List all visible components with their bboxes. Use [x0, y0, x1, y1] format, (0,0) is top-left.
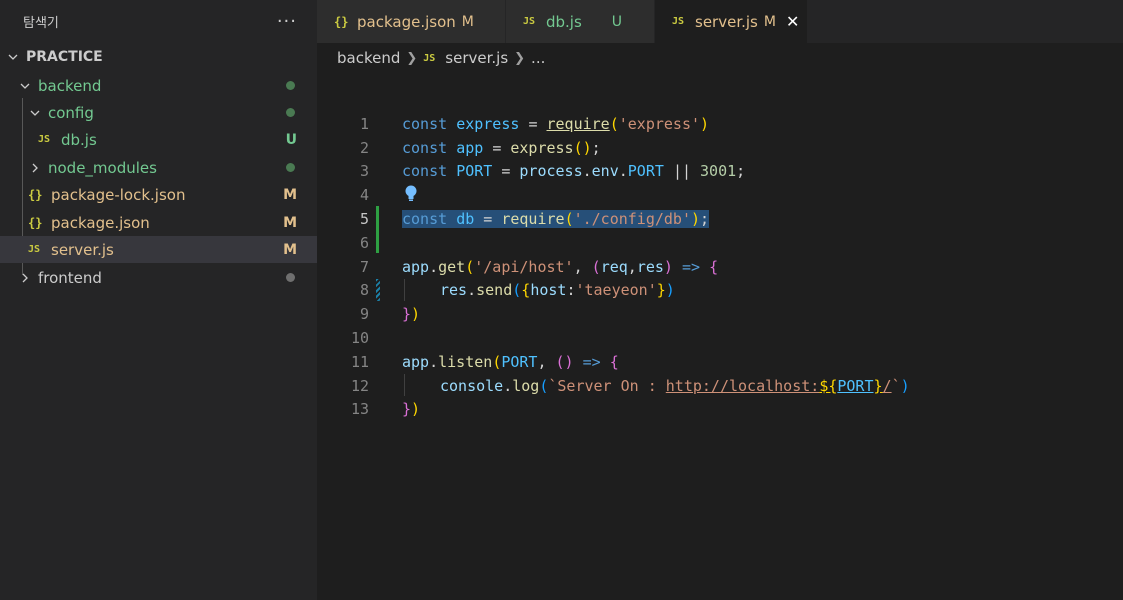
code-line: 2 const app = express(); [317, 136, 1123, 160]
js-file-icon: JS [28, 244, 41, 255]
tree-item-label: frontend [38, 268, 102, 287]
line-number: 3 [359, 162, 369, 181]
modified-dot [286, 108, 295, 117]
tree-folder-node-modules[interactable]: node_modules [0, 154, 317, 181]
tree-item-label: package-lock.json [51, 185, 186, 204]
project-root[interactable]: PRACTICE [0, 43, 317, 70]
chevron-right-icon [28, 161, 42, 175]
line-number: 1 [359, 114, 369, 133]
code-line: 1 const express = require('express') [317, 112, 1123, 136]
code-editor[interactable]: 1 const express = require('express') 2 c… [317, 73, 1123, 600]
chevron-right-icon: ❯ [406, 50, 418, 66]
line-number: 5 [359, 210, 369, 229]
tree-file-package-json[interactable]: {} package.json M [0, 209, 317, 236]
more-actions-icon[interactable]: ··· [277, 12, 297, 31]
code-line: 13 }) [317, 398, 1123, 422]
code-line: 10 [317, 326, 1123, 350]
untracked-badge: U [611, 13, 623, 30]
line-number: 12 [350, 376, 369, 395]
code-line: 9 }) [317, 302, 1123, 326]
tree-folder-backend[interactable]: backend [0, 72, 317, 99]
tree-item-label: package.json [51, 213, 150, 232]
text-selection: const db = require('./config/db'); [402, 210, 710, 229]
tree-folder-frontend[interactable]: frontend [0, 264, 317, 291]
tab-bar: {} package.json M JS db.js U JS server.j… [317, 0, 1123, 43]
breadcrumb-folder[interactable]: backend [337, 49, 400, 67]
tree-item-label: node_modules [48, 158, 157, 177]
chevron-down-icon [18, 79, 32, 93]
explorer-header: 탐색기 ··· [0, 0, 317, 43]
tab-server-js[interactable]: JS server.js M ✕ [655, 0, 807, 43]
js-file-icon: JS [523, 16, 536, 27]
line-number: 13 [350, 400, 369, 419]
line-number: 2 [359, 138, 369, 157]
explorer-title: 탐색기 [23, 16, 59, 31]
breadcrumb: backend ❯ JS server.js ❯ ... [337, 43, 545, 73]
modified-badge: M [283, 241, 297, 258]
breadcrumb-symbol[interactable]: ... [531, 49, 545, 67]
json-file-icon: {} [28, 187, 43, 202]
js-file-icon: JS [38, 134, 51, 145]
tab-package-json[interactable]: {} package.json M [317, 0, 505, 43]
line-number: 8 [359, 281, 369, 300]
modified-dot [286, 163, 295, 172]
line-number: 11 [350, 352, 369, 371]
chevron-down-icon [28, 106, 42, 120]
close-icon[interactable]: ✕ [786, 12, 799, 31]
tab-label: db.js [546, 12, 582, 31]
json-file-icon: {} [334, 14, 349, 29]
lightbulb-icon[interactable] [403, 184, 419, 206]
line-number: 9 [359, 305, 369, 324]
modified-badge: M [283, 186, 297, 203]
tree-file-server-js[interactable]: JS server.js M [0, 236, 317, 263]
code-line: 3 const PORT = process.env.PORT || 3001; [317, 160, 1123, 184]
json-file-icon: {} [28, 215, 43, 230]
code-line: 4 [317, 183, 1123, 207]
tab-label: package.json [357, 12, 456, 31]
js-file-icon: JS [672, 16, 685, 27]
line-number: 4 [359, 186, 369, 205]
modified-dot [286, 81, 295, 90]
modified-badge: M [283, 214, 297, 231]
js-file-icon: JS [423, 52, 436, 64]
line-number: 7 [359, 257, 369, 276]
tree-file-package-lock[interactable]: {} package-lock.json M [0, 181, 317, 208]
chevron-down-icon [6, 50, 20, 64]
tab-label: server.js [695, 12, 758, 31]
explorer-sidebar: 탐색기 ··· PRACTICE backend config JS db.js… [0, 0, 317, 600]
tree-file-db-js[interactable]: JS db.js U [0, 126, 317, 153]
line-number: 6 [359, 233, 369, 252]
tree-item-label: config [48, 103, 94, 122]
chevron-right-icon: ❯ [514, 50, 526, 66]
status-dot [286, 273, 295, 282]
tree-item-label: server.js [51, 240, 114, 259]
project-name: PRACTICE [26, 48, 103, 65]
untracked-badge: U [285, 131, 297, 148]
code-line: 7 app.get('/api/host', (req,res) => { [317, 255, 1123, 279]
breadcrumb-file[interactable]: server.js [445, 49, 508, 67]
tree-item-label: backend [38, 76, 102, 95]
code-line-selected: 5 const db = require('./config/db'); [317, 207, 1123, 231]
modified-badge: M [461, 13, 474, 30]
code-line: 6 [317, 231, 1123, 255]
code-line: 11 app.listen(PORT, () => { [317, 350, 1123, 374]
code-line: 12 console.log(`Server On : http://local… [317, 374, 1123, 398]
tab-db-js[interactable]: JS db.js U [506, 0, 654, 43]
code-line: 8 res.send({host:'taeyeon'}) [317, 279, 1123, 303]
modified-badge: M [763, 13, 776, 30]
tree-folder-config[interactable]: config [0, 99, 317, 126]
tree-item-label: db.js [61, 130, 97, 149]
chevron-right-icon [18, 271, 32, 285]
line-number: 10 [350, 329, 369, 348]
